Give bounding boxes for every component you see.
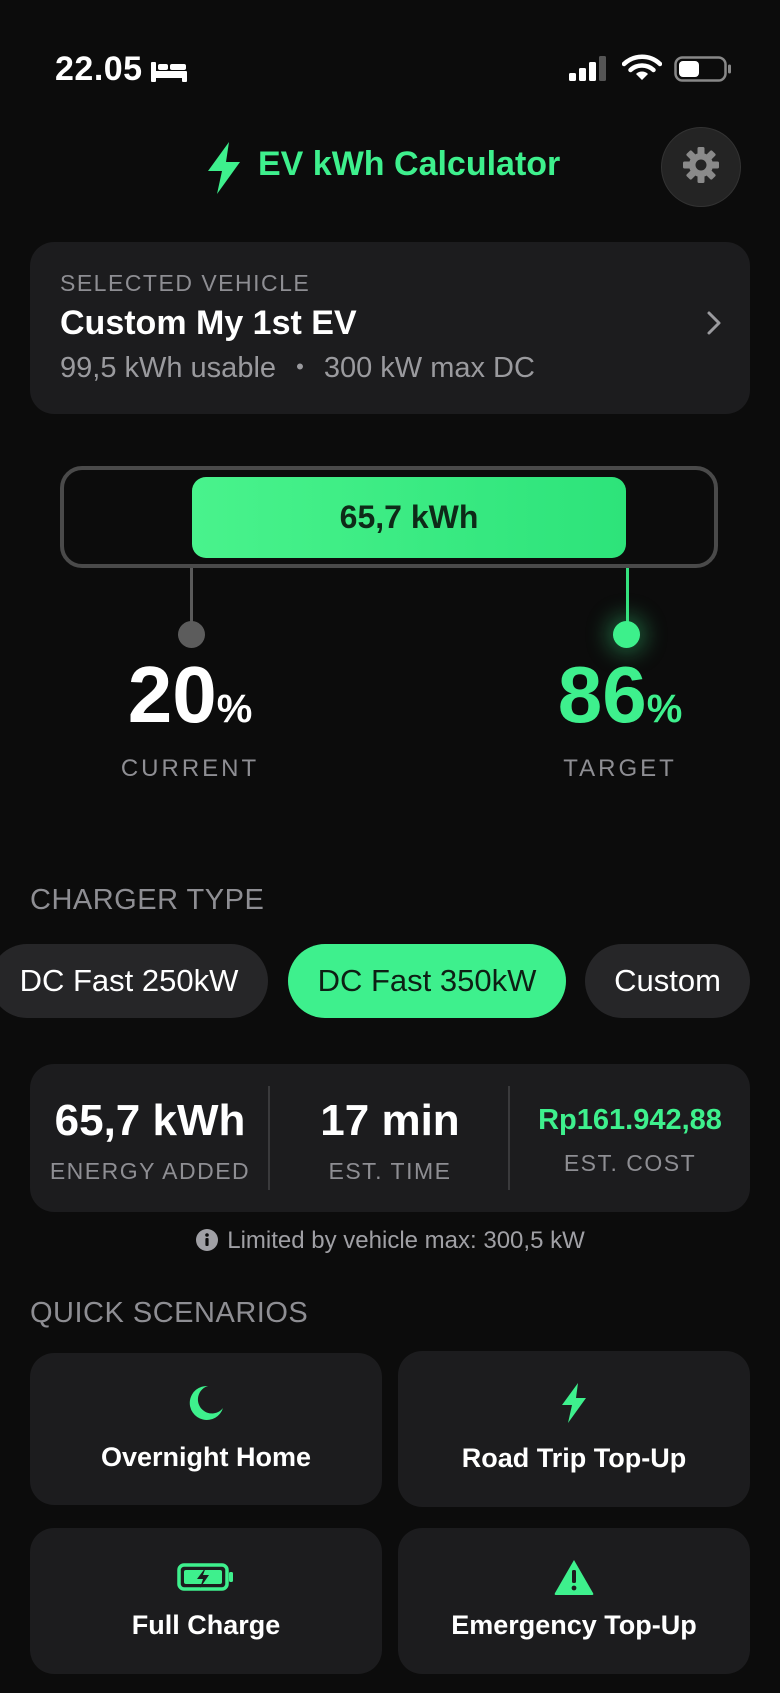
current-percent: 20% xyxy=(110,655,270,735)
target-percent-value: 86 xyxy=(557,650,647,739)
results-card: 65,7 kWh ENERGY ADDED 17 min EST. TIME R… xyxy=(30,1064,750,1212)
moon-icon xyxy=(30,1383,382,1428)
gear-icon xyxy=(681,145,721,190)
vehicle-usable-capacity: 99,5 kWh usable xyxy=(60,352,277,384)
est-cost-stat: Rp161.942,88 EST. COST xyxy=(510,1064,750,1212)
energy-added-value: 65,7 kWh xyxy=(54,1096,246,1145)
warning-triangle-icon xyxy=(398,1558,750,1601)
target-percent: 86% xyxy=(535,655,705,735)
target-label: TARGET xyxy=(563,755,677,782)
scenario-label: Full Charge xyxy=(131,1610,281,1640)
energy-added-stat: 65,7 kWh ENERGY ADDED xyxy=(30,1064,270,1212)
current-percent-sign: % xyxy=(216,687,253,731)
lightning-bolt-icon xyxy=(398,1381,750,1430)
settings-button[interactable] xyxy=(661,127,741,207)
target-handle[interactable] xyxy=(613,621,640,648)
charger-chip-dc-350[interactable]: DC Fast 350kW xyxy=(288,944,566,1018)
energy-added-label: ENERGY ADDED xyxy=(49,1158,251,1184)
vehicle-specs: 99,5 kWh usable • 300 kW max DC xyxy=(60,352,535,385)
battery-charging-icon xyxy=(30,1562,382,1597)
scenario-label: Emergency Top-Up xyxy=(451,1610,697,1640)
scenario-label: Overnight Home xyxy=(100,1442,312,1472)
status-time: 22.05 xyxy=(55,50,143,88)
est-time-label: EST. TIME xyxy=(328,1158,452,1184)
est-cost-value: Rp161.942,88 xyxy=(538,1104,722,1136)
target-percent-sign: % xyxy=(646,687,683,731)
selected-vehicle-card[interactable]: SELECTED VEHICLE Custom My 1st EV 99,5 k… xyxy=(30,242,750,414)
app-title: EV kWh Calculator xyxy=(258,145,561,183)
energy-range-label: 65,7 kWh xyxy=(339,499,479,535)
scenario-full-charge[interactable]: Full Charge xyxy=(30,1528,382,1674)
current-label: CURRENT xyxy=(120,755,260,782)
vehicle-section-label: SELECTED VEHICLE xyxy=(60,270,311,296)
cellular-signal-icon xyxy=(568,56,610,87)
scenario-road-trip-top-up[interactable]: Road Trip Top-Up xyxy=(398,1351,750,1507)
scenario-label: Road Trip Top-Up xyxy=(461,1443,687,1473)
spec-separator: • xyxy=(296,354,304,379)
current-percent-value: 20 xyxy=(127,650,217,739)
charger-chip-custom[interactable]: Custom xyxy=(585,944,750,1018)
lightning-bolt-icon xyxy=(203,140,245,201)
est-cost-label: EST. COST xyxy=(563,1150,697,1176)
vehicle-name: Custom My 1st EV xyxy=(60,304,357,342)
charger-chip-dc-250[interactable]: DC Fast 250kW xyxy=(0,944,268,1018)
limit-note: Limited by vehicle max: 300,5 kW xyxy=(0,1227,780,1259)
scenario-emergency-top-up[interactable]: Emergency Top-Up xyxy=(398,1528,750,1674)
battery-icon xyxy=(674,56,732,87)
current-handle[interactable] xyxy=(178,621,205,648)
limit-note-text: Limited by vehicle max: 300,5 kW xyxy=(227,1227,585,1254)
vehicle-max-dc: 300 kW max DC xyxy=(323,352,535,384)
chevron-right-icon xyxy=(706,310,722,341)
battery-range-fill[interactable]: 65,7 kWh xyxy=(192,477,626,558)
scenario-overnight-home[interactable]: Overnight Home xyxy=(30,1353,382,1505)
bed-icon xyxy=(150,58,188,89)
wifi-icon xyxy=(621,54,663,87)
quick-scenarios-heading: QUICK SCENARIOS xyxy=(30,1297,309,1329)
est-time-value: 17 min xyxy=(320,1096,460,1145)
info-icon xyxy=(195,1228,219,1259)
charger-type-heading: CHARGER TYPE xyxy=(30,884,265,916)
est-time-stat: 17 min EST. TIME xyxy=(270,1064,510,1212)
